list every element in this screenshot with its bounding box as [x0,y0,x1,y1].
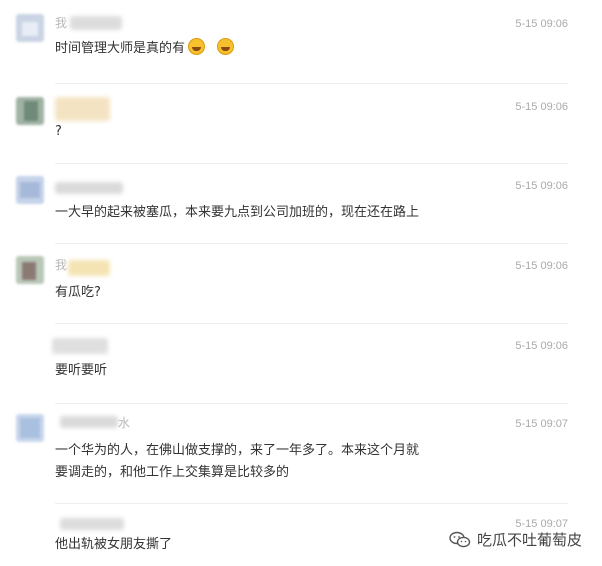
blurred-name [70,16,122,30]
avatar[interactable] [16,14,44,42]
blurred-name [55,97,110,121]
watermark: 吃瓜不吐葡萄皮 [449,529,582,550]
blurred-name [52,338,108,354]
comment-item: 5-15 09:06 要听要听 [0,336,602,408]
laugh-cry-emoji-icon [217,38,235,55]
comment-item: 我 5-15 09:06 时间管理大师是真的有 [0,14,602,86]
comment-text: 有瓜吃? [55,285,101,300]
comment-item: 我 5-15 09:06 有瓜吃? [0,256,602,328]
comment-text: ? [55,124,62,139]
comment-time: 5-15 09:06 [515,260,568,272]
comment-time: 5-15 09:07 [515,418,568,430]
comment-text: 要听要听 [55,363,108,378]
divider [55,243,568,244]
avatar[interactable] [16,414,44,442]
comment-item: 水 5-15 09:07 一个华为的人，在佛山做支撑的，来了一年多了。本来这个月… [0,414,602,504]
commenter-name[interactable]: 水 [118,414,130,431]
divider [55,83,568,84]
comment-time: 5-15 09:06 [515,340,568,352]
divider [55,323,568,324]
comment-text: 时间管理大师是真的有 [55,38,475,60]
comment-time: 5-15 09:06 [515,18,568,30]
comment-item: 5-15 09:06 一大早的起来被塞瓜，本来要九点到公司加班的，现在还在路上 [0,176,602,248]
blurred-name [60,416,118,428]
commenter-name[interactable]: 我 [55,256,67,273]
avatar[interactable] [16,176,44,204]
divider [55,503,568,504]
comment-time: 5-15 09:06 [515,180,568,192]
blurred-name [55,182,123,194]
comment-item: 5-15 09:06 ? [0,97,602,167]
blurred-name [68,260,110,276]
wechat-official-account-icon [449,531,471,549]
comment-time: 5-15 09:06 [515,101,568,113]
blurred-name [60,518,124,530]
avatar[interactable] [16,256,44,284]
comment-text: 一个华为的人，在佛山做支撑的，来了一年多了。本来这个月就 要调走的，和他工作上交… [55,443,420,480]
divider [55,403,568,404]
commenter-name[interactable]: 我 [55,14,67,31]
comment-text: 他出轨被女朋友撕了 [55,537,173,552]
divider [55,163,568,164]
avatar[interactable] [16,97,44,125]
watermark-text: 吃瓜不吐葡萄皮 [476,531,582,549]
laugh-cry-emoji-icon [188,38,206,55]
comment-text: 一大早的起来被塞瓜，本来要九点到公司加班的，现在还在路上 [55,205,420,220]
